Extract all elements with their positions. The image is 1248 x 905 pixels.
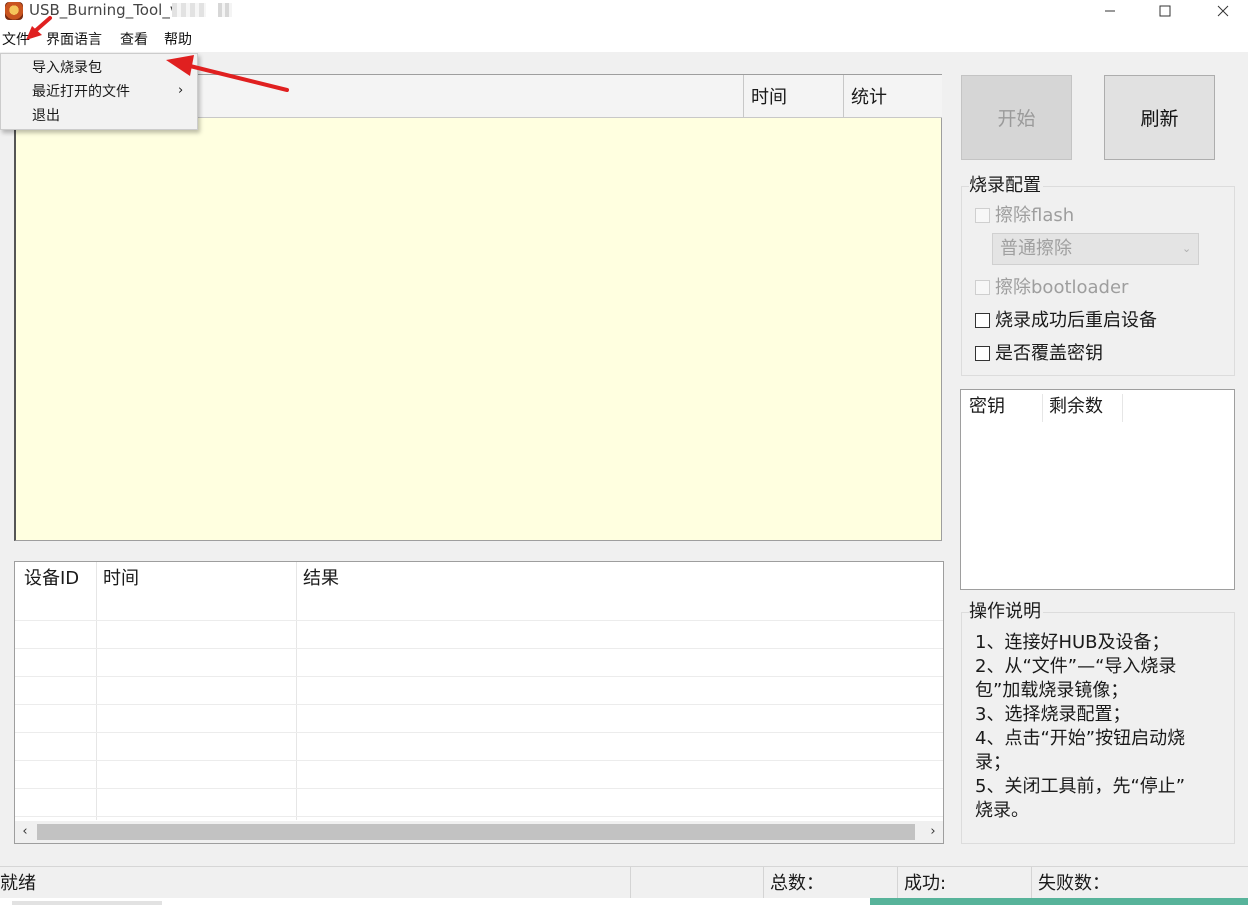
status-separator (630, 867, 631, 899)
reboot-after-burn-label: 烧录成功后重启设备 (995, 310, 1157, 331)
instructions-title: 操作说明 (969, 600, 1043, 624)
file-menu-dropdown: 导入烧录包 最近打开的文件 › 退出 (0, 53, 198, 130)
reboot-after-burn-checkbox[interactable] (975, 313, 990, 328)
column-separator (1122, 394, 1123, 422)
instruction-line: 1、连接好HUB及设备； (975, 632, 1170, 653)
start-button[interactable]: 开始 (961, 75, 1072, 160)
table-row (15, 732, 943, 733)
table-row (15, 760, 943, 761)
column-separator (296, 562, 297, 820)
status-text: 就绪 (0, 873, 36, 894)
fail-count-label: 失败数： (1038, 873, 1110, 894)
window-title: USB_Burning_Tool_v (29, 1, 179, 19)
instruction-line: 5、关闭工具前，先“停止” (975, 776, 1186, 797)
table-row (15, 704, 943, 705)
overwrite-key-label: 是否覆盖密钥 (995, 343, 1103, 364)
erase-flash-checkbox[interactable] (975, 208, 990, 223)
erase-bootloader-checkbox[interactable] (975, 280, 990, 295)
instruction-line: 4、点击“开始”按钮启动烧 (975, 728, 1186, 749)
chevron-down-icon: ⌄ (1182, 242, 1192, 255)
overwrite-key-checkbox[interactable] (975, 346, 990, 361)
refresh-button[interactable]: 刷新 (1104, 75, 1215, 160)
column-header-time[interactable]: 时间 (103, 568, 139, 590)
close-button[interactable] (1200, 0, 1246, 22)
menu-file[interactable]: 文件 (2, 31, 30, 49)
bottom-edge (12, 901, 162, 905)
menu-help[interactable]: 帮助 (164, 31, 192, 49)
status-separator (1031, 867, 1032, 899)
menu-item-recent-files[interactable]: 最近打开的文件 (32, 83, 130, 101)
minimize-button[interactable] (1087, 0, 1133, 22)
status-bar: 就绪 总数： 成功: 失败数： (0, 866, 1248, 899)
device-list[interactable]: 时间 统计 (14, 74, 942, 541)
instruction-line: 包”加载烧录镜像； (975, 680, 1129, 701)
minimize-icon (1105, 10, 1115, 12)
scroll-right-icon[interactable]: › (925, 824, 941, 840)
column-header-stats[interactable]: 统计 (851, 87, 887, 109)
column-separator (743, 75, 744, 117)
menu-item-import-package[interactable]: 导入烧录包 (32, 59, 102, 77)
table-row (15, 676, 943, 677)
erase-bootloader-label: 擦除bootloader (995, 277, 1129, 298)
redacted-version-blur (172, 3, 206, 17)
column-header-result[interactable]: 结果 (303, 568, 339, 590)
erase-flash-label: 擦除flash (995, 205, 1075, 226)
erase-mode-select[interactable]: 普通擦除 (992, 233, 1199, 265)
instruction-line: 2、从“文件”—“导入烧录 (975, 656, 1177, 677)
horizontal-scrollbar[interactable]: ‹ › (15, 821, 943, 843)
column-header-remaining[interactable]: 剩余数 (1049, 396, 1103, 418)
table-row (15, 648, 943, 649)
menu-item-exit[interactable]: 退出 (32, 107, 60, 125)
column-header-device-id[interactable]: 设备ID (24, 568, 79, 590)
chevron-right-icon: › (178, 83, 184, 98)
maximize-button[interactable] (1142, 0, 1188, 22)
instruction-line: 录； (975, 752, 1011, 773)
burn-config-title: 烧录配置 (969, 174, 1043, 198)
key-list[interactable]: 密钥 剩余数 (960, 389, 1235, 590)
success-count-label: 成功: (904, 873, 947, 894)
instruction-line: 烧录。 (975, 800, 1029, 821)
column-header-key[interactable]: 密钥 (969, 396, 1005, 418)
table-row (15, 816, 943, 817)
menu-language[interactable]: 界面语言 (46, 31, 102, 49)
close-icon (1217, 5, 1229, 17)
table-row (15, 788, 943, 789)
log-table[interactable]: 设备ID 时间 结果 ‹ › (14, 561, 944, 844)
redacted-version-blur (218, 3, 232, 17)
table-row (15, 620, 943, 621)
total-count-label: 总数： (770, 873, 824, 894)
status-separator (897, 867, 898, 899)
background-window-edge (870, 898, 1248, 905)
app-icon (5, 2, 23, 20)
scroll-thumb[interactable] (37, 824, 915, 840)
column-separator (843, 75, 844, 117)
column-separator (1042, 394, 1043, 422)
status-separator (763, 867, 764, 899)
column-separator (96, 562, 97, 820)
maximize-icon (1159, 5, 1171, 17)
scroll-left-icon[interactable]: ‹ (17, 824, 33, 840)
instruction-line: 3、选择烧录配置； (975, 704, 1131, 725)
column-header-time[interactable]: 时间 (751, 87, 787, 109)
menu-view[interactable]: 查看 (120, 31, 148, 49)
